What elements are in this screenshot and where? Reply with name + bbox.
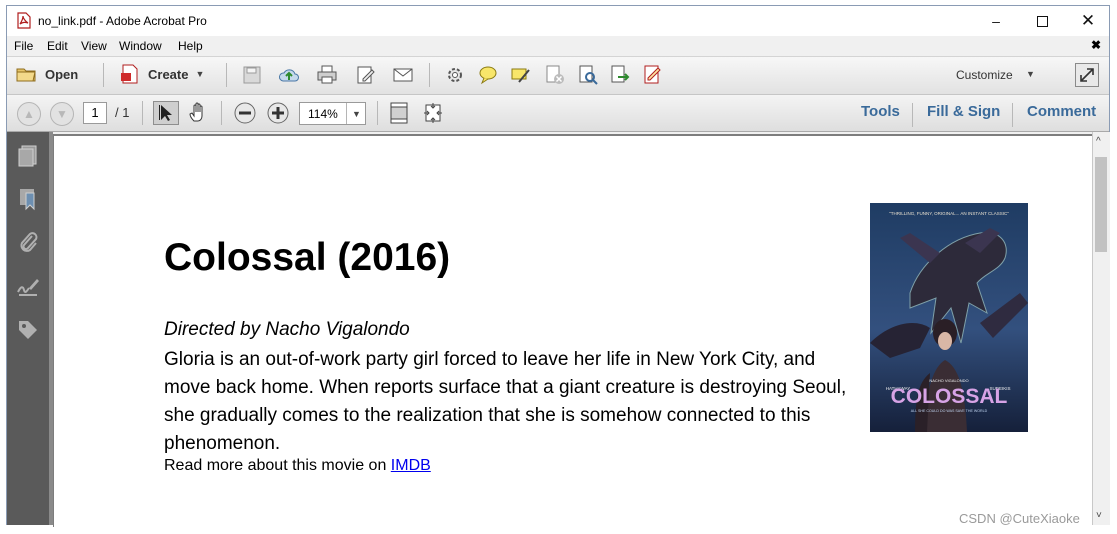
zoom-select[interactable]: 114% ▼: [299, 102, 366, 125]
description-line: she gradually comes to the realization t…: [164, 405, 811, 426]
zoom-in-icon[interactable]: [267, 102, 289, 124]
watermark: CSDN @CuteXiaoke: [959, 511, 1080, 526]
paperclip-icon[interactable]: [16, 230, 40, 254]
tab-comment[interactable]: Comment: [1027, 103, 1096, 120]
email-icon[interactable]: [392, 64, 414, 86]
toolbar-divider: [142, 101, 143, 125]
poster-image: "THRILLING, FUNNY, ORIGINAL... AN INSTAN…: [870, 203, 1028, 432]
select-tool-button[interactable]: [153, 101, 179, 125]
scrollbar-thumb[interactable]: [1095, 157, 1107, 252]
print-icon[interactable]: [316, 64, 338, 86]
menu-help[interactable]: Help: [178, 39, 203, 53]
cursor-arrow-icon: [159, 105, 172, 121]
close-window-button[interactable]: ✕: [1065, 6, 1111, 36]
menu-edit[interactable]: Edit: [47, 39, 68, 53]
scroll-up-icon[interactable]: ^: [1096, 136, 1101, 147]
minimize-button[interactable]: –: [973, 6, 1019, 36]
chevron-down-icon[interactable]: ▼: [1026, 69, 1035, 79]
customize-dropdown[interactable]: Customize: [956, 68, 1013, 82]
create-button[interactable]: Create ▼: [119, 63, 204, 85]
window-title: no_link.pdf - Adobe Acrobat Pro: [38, 14, 207, 28]
export-icon[interactable]: [609, 64, 631, 86]
imdb-link[interactable]: IMDB: [391, 457, 431, 474]
navigation-toolbar: ▲ ▼ 1 / 1 114% ▼ Tools Fill & Sign Comme…: [7, 95, 1109, 132]
open-button[interactable]: Open: [15, 63, 78, 85]
read-more-text: Read more about this movie on: [164, 457, 391, 474]
description-line: phenomenon.: [164, 433, 281, 454]
poster-tagline: "THRILLING, FUNNY, ORIGINAL... AN INSTAN…: [889, 211, 1009, 216]
page-total: / 1: [115, 105, 130, 120]
remove-document-icon[interactable]: [544, 64, 566, 86]
pdf-file-icon: [17, 12, 31, 29]
poster-title: COLOSSAL: [891, 385, 1008, 408]
fit-page-icon[interactable]: [388, 102, 410, 124]
zoom-out-icon[interactable]: [234, 102, 256, 124]
tab-fill-sign[interactable]: Fill & Sign: [927, 103, 1000, 120]
chevron-down-icon[interactable]: ▼: [346, 103, 366, 124]
comment-bubble-icon[interactable]: [477, 64, 499, 86]
close-icon: ✕: [1080, 11, 1096, 30]
scroll-down-icon[interactable]: ˅: [1096, 510, 1102, 521]
title-bar: no_link.pdf - Adobe Acrobat Pro – ✕: [7, 6, 1109, 36]
director-line: Directed by Nacho Vigalondo: [164, 319, 410, 340]
gear-icon[interactable]: [444, 64, 466, 86]
sign-document-icon[interactable]: [642, 64, 664, 86]
tab-tools[interactable]: Tools: [861, 103, 900, 120]
acrobat-window: no_link.pdf - Adobe Acrobat Pro – ✕ File…: [6, 5, 1110, 527]
folder-icon: [16, 68, 36, 82]
tag-icon[interactable]: [16, 318, 40, 342]
hand-tool-icon[interactable]: [187, 102, 209, 124]
upload-cloud-icon[interactable]: [278, 64, 300, 86]
bookmark-icon[interactable]: [16, 187, 40, 211]
description-line: move back home. When reports surface tha…: [164, 377, 847, 398]
document-page: Colossal (2016) Directed by Nacho Vigalo…: [53, 134, 1092, 527]
toolbar-divider: [912, 103, 913, 127]
description-line: Gloria is an out-of-work party girl forc…: [164, 349, 816, 370]
document-title: Colossal (2016): [164, 236, 451, 279]
main-toolbar: Open Create ▼ Customize ▼: [7, 57, 1109, 95]
chevron-down-icon: ▼: [195, 69, 205, 79]
minimize-icon: –: [992, 13, 1000, 29]
toolbar-divider: [429, 63, 430, 87]
toolbar-divider: [103, 63, 104, 87]
poster-center-name: NACHO VIGALONDO: [929, 378, 968, 383]
page-thumbnails-icon[interactable]: [16, 144, 40, 168]
edit-document-icon[interactable]: [355, 64, 377, 86]
close-document-icon[interactable]: ✖: [1091, 38, 1101, 52]
vertical-scrollbar[interactable]: ^ ˅: [1092, 132, 1110, 525]
search-document-icon[interactable]: [577, 64, 599, 86]
movie-poster: "THRILLING, FUNNY, ORIGINAL... AN INSTAN…: [870, 203, 1028, 432]
previous-page-button[interactable]: ▲: [17, 102, 41, 126]
toolbar-divider: [221, 101, 222, 125]
arrow-up-icon: ▲: [23, 107, 35, 121]
toolbar-divider: [1012, 103, 1013, 127]
maximize-icon: [1036, 15, 1048, 27]
save-icon[interactable]: [241, 64, 263, 86]
highlight-text-icon[interactable]: [510, 64, 532, 86]
create-pdf-icon: [121, 64, 138, 84]
signature-icon[interactable]: [16, 274, 40, 298]
expand-button[interactable]: [1075, 63, 1099, 87]
expand-icon: [1080, 68, 1094, 82]
read-more-line: Read more about this movie on IMDB: [164, 457, 431, 475]
next-page-button[interactable]: ▼: [50, 102, 74, 126]
toolbar-divider: [226, 63, 227, 87]
page-number-input[interactable]: 1: [83, 102, 107, 124]
menu-file[interactable]: File: [14, 39, 33, 53]
menu-view[interactable]: View: [81, 39, 107, 53]
zoom-value: 114%: [308, 107, 338, 121]
poster-bottom-text: ALL SHE COULD DO WAS SAVE THE WORLD: [911, 409, 988, 413]
description: Gloria is an out-of-work party girl forc…: [164, 346, 924, 458]
navigation-pane: [7, 132, 49, 525]
toolbar-divider: [377, 101, 378, 125]
full-screen-icon[interactable]: [422, 102, 444, 124]
arrow-down-icon: ▼: [56, 107, 68, 121]
menu-window[interactable]: Window: [119, 39, 162, 53]
menu-bar: File Edit View Window Help ✖: [7, 36, 1109, 57]
maximize-button[interactable]: [1019, 6, 1065, 36]
